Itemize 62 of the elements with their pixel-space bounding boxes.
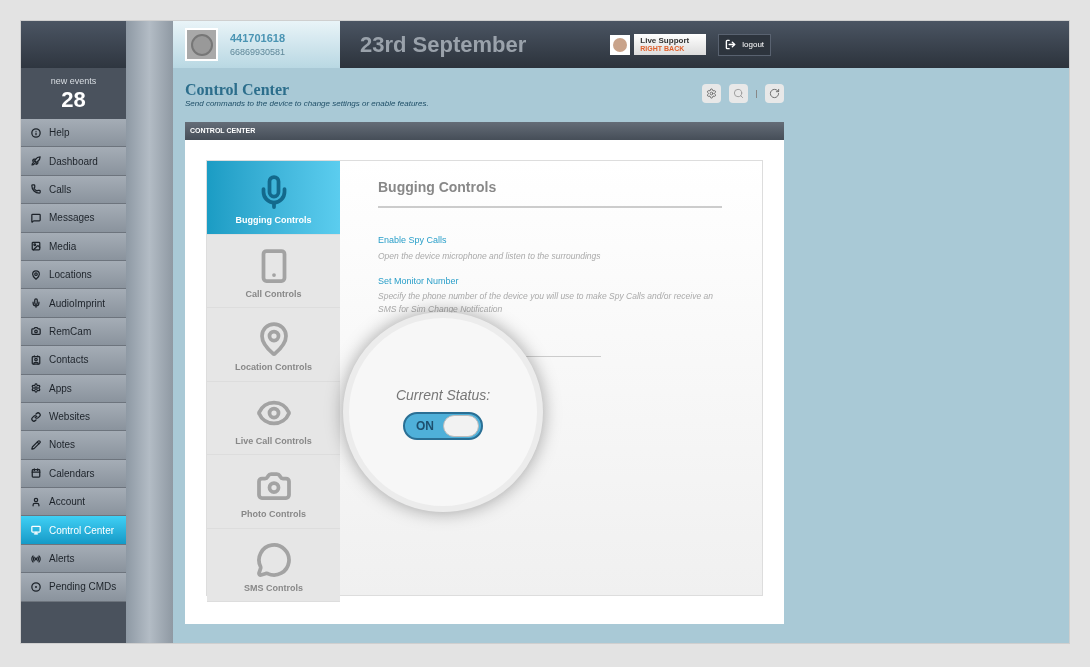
feature-description: Open the device microphone and listen to the surroundings [378,249,602,263]
sidebar-item-icon [31,383,41,394]
control-tab[interactable]: SMS Controls [207,528,340,602]
sidebar-item[interactable]: Locations [21,260,126,290]
sidebar-item[interactable]: Apps [21,374,126,403]
sidebar-item[interactable]: Contacts [21,346,126,375]
settings-icon [706,88,717,99]
sidebar-item-icon [31,496,41,507]
sidebar-item-icon [31,241,41,252]
refresh-button[interactable] [765,84,784,103]
sidebar-item[interactable]: RemCam [21,317,126,347]
section-heading: Bugging Controls [378,177,722,208]
sidebar-item[interactable]: Notes [21,431,126,460]
control-tab[interactable]: Photo Controls [207,455,340,529]
feature-description: Specify the phone number of the device you will use to make Spy Calls and/or receive an SMS for Sim Change Notification [378,290,714,316]
logout-button[interactable]: logout [718,33,772,56]
new-events-count: 28 [61,88,86,113]
settings-button[interactable] [702,84,721,103]
support-avatar-icon [610,34,631,55]
search-icon [733,88,744,99]
control-tab[interactable]: Call Controls [207,234,340,308]
new-events-label: new events [50,74,97,88]
control-tab[interactable]: Location Controls [207,308,340,382]
sidebar-item[interactable]: Calls [21,175,126,205]
user-phone: 66869930581 [230,46,286,59]
sidebar-item-icon [31,354,41,365]
search-button[interactable] [729,84,748,103]
sidebar-item-icon [31,212,41,223]
status-toggle[interactable]: ON [403,411,483,440]
user-id: 441701618 [230,30,286,46]
sidebar-item[interactable]: AudioImprint [21,289,126,318]
page-subtitle: Send commands to the device to change settings or enable features. [185,98,429,110]
date-title: 23rd September [360,31,527,59]
refresh-icon [769,88,780,99]
sidebar-item[interactable]: Account [21,488,126,517]
sidebar-item[interactable]: Websites [21,402,126,432]
sidebar-item[interactable]: Pending CMDs [21,573,126,602]
sidebar-item-icon [31,269,41,280]
sidebar-item[interactable]: Alerts [21,544,126,574]
sidebar-item[interactable]: Help [21,119,126,148]
sidebar-item-icon [31,326,41,337]
sidebar-item[interactable]: Dashboard [21,147,126,176]
sidebar-item-icon [31,184,41,195]
sidebar-item-icon [31,298,41,309]
sidebar-item-icon [31,156,41,167]
avatar-icon [185,28,218,61]
sidebar-item-icon [31,127,41,138]
sidebar-item-icon [31,468,41,479]
feature-link[interactable]: Enable Spy Calls [378,234,447,248]
control-tab-icon [255,541,292,578]
sidebar-item-icon [31,525,41,536]
sidebar-item-icon [31,553,41,564]
current-status-label: Current Status: [395,385,491,405]
sidebar-item-icon [31,411,41,422]
feature-link[interactable]: Set Monitor Number [378,274,459,288]
sidebar-item-icon [31,581,41,592]
sidebar-item-icon [31,440,41,450]
sidebar-item[interactable]: Calendars [21,459,126,489]
page-title: Control Center [185,82,291,98]
sidebar-item[interactable]: Messages [21,204,126,233]
logout-icon [725,39,737,50]
sidebar-item[interactable]: Media [21,232,126,261]
